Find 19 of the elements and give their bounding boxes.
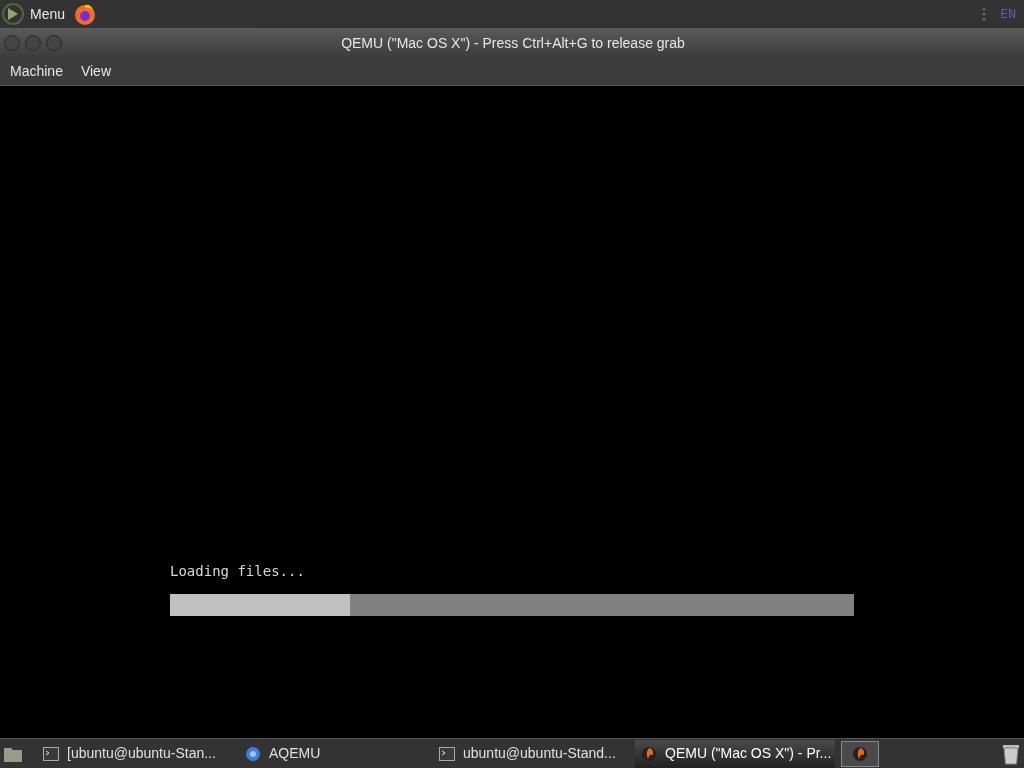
taskbar-button[interactable]: [ubuntu@ubuntu-Stan... [37,739,233,768]
menu-item[interactable]: View [72,61,119,82]
menu-item[interactable]: Machine [2,61,71,82]
loading-message: Loading files... [170,562,306,580]
launcher-button[interactable] [841,740,879,767]
window-title: QEMU ("Mac OS X") - Press Ctrl+Alt+G to release grab [341,34,685,51]
menu-button[interactable]: Menu [30,3,66,25]
menu-icon[interactable] [2,3,24,25]
taskbar-button[interactable]: QEMU ("Mac OS X") - Pr... [635,739,835,768]
terminal-icon [43,746,59,761]
bird-icon [852,744,868,763]
browser-icon[interactable] [73,2,98,26]
trash-icon[interactable] [1002,742,1020,765]
handle-icon[interactable] [982,6,987,22]
bird-icon [641,744,657,763]
taskbar-button[interactable]: ubuntu@ubuntu-Stand... [433,739,633,768]
terminal-icon [439,746,455,761]
globe-icon [245,745,261,762]
taskbar-button[interactable]: AQEMU [239,739,329,768]
